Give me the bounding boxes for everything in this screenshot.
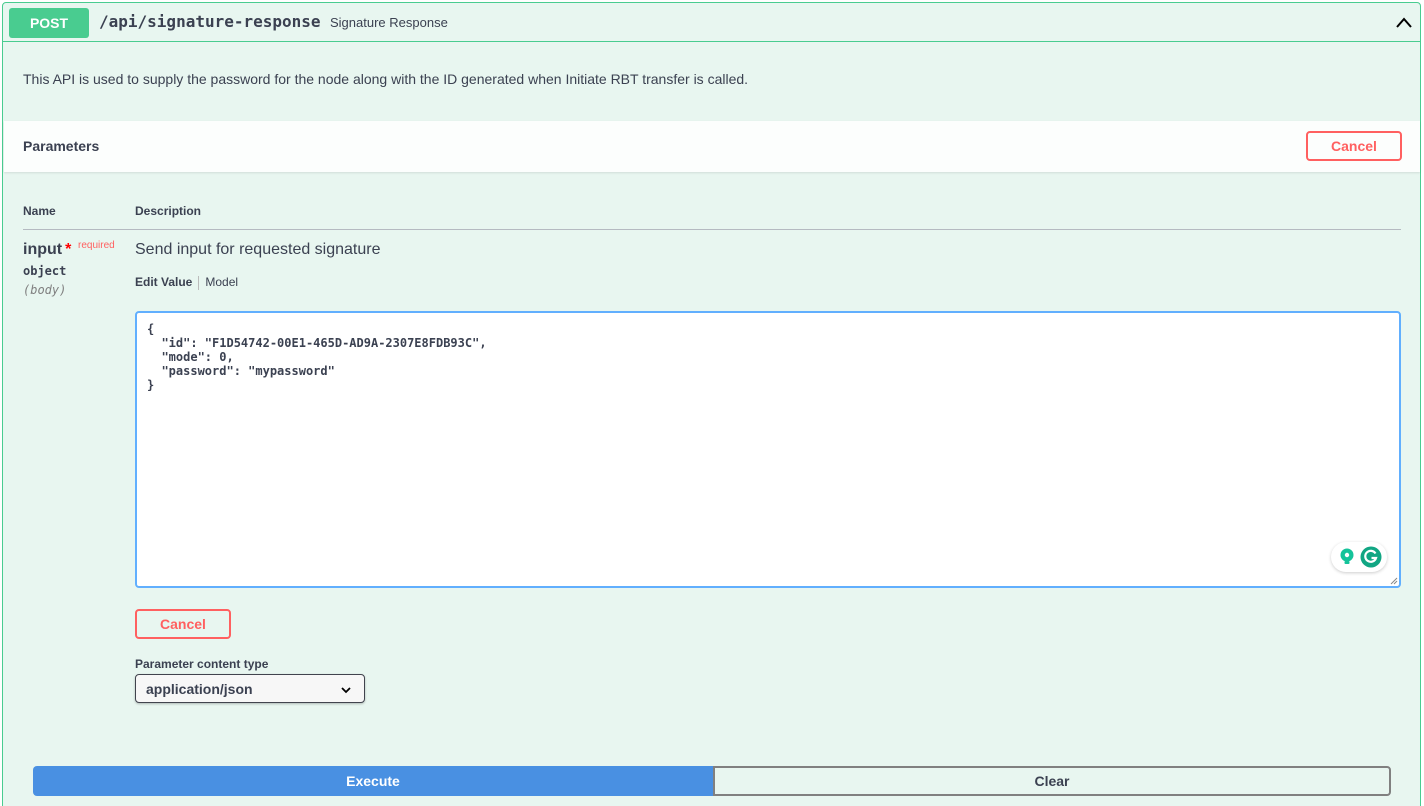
chevron-up-icon[interactable] (1394, 13, 1414, 33)
execute-button[interactable]: Execute (33, 766, 713, 796)
parameters-title: Parameters (23, 138, 100, 154)
tab-model[interactable]: Model (205, 275, 238, 289)
column-header-name: Name (23, 204, 56, 218)
table-divider (23, 229, 1401, 230)
endpoint-summary: Signature Response (330, 15, 448, 30)
clear-button[interactable]: Clear (713, 766, 1391, 796)
required-star: * (65, 241, 72, 258)
tab-edit-value[interactable]: Edit Value (135, 275, 192, 289)
opblock-summary[interactable]: POST /api/signature-response Signature R… (3, 3, 1420, 42)
grammarly-icon[interactable] (1360, 546, 1382, 568)
parameters-header: Parameters Cancel (4, 121, 1420, 172)
parameter-name-text: input (23, 241, 63, 258)
chevron-down-icon (341, 687, 351, 694)
bulb-icon[interactable] (1337, 547, 1357, 567)
cancel-edit-button[interactable]: Cancel (135, 609, 231, 639)
content-type-label: Parameter content type (135, 657, 269, 671)
value-model-tabs: Edit Value Model (135, 275, 238, 290)
method-badge: POST (9, 8, 89, 38)
required-label: required (78, 240, 115, 251)
cancel-try-out-button[interactable]: Cancel (1306, 131, 1402, 161)
grammarly-widget[interactable] (1331, 542, 1387, 572)
content-type-value: application/json (146, 681, 253, 697)
opblock-post: POST /api/signature-response Signature R… (2, 2, 1421, 806)
tab-divider (198, 275, 200, 290)
parameter-name: input * (23, 241, 71, 259)
parameter-type: object (23, 264, 67, 278)
content-type-select[interactable]: application/json (135, 674, 365, 703)
body-param-editor[interactable]: { "id": "F1D54742-00E1-465D-AD9A-2307E8F… (135, 311, 1401, 588)
parameter-location: (body) (23, 283, 67, 297)
editor-text[interactable]: { "id": "F1D54742-00E1-465D-AD9A-2307E8F… (147, 322, 487, 392)
operation-description: This API is used to supply the password … (23, 71, 749, 87)
column-header-description: Description (135, 204, 202, 218)
parameter-description: Send input for requested signature (135, 241, 381, 258)
resize-handle-icon[interactable] (1388, 575, 1398, 585)
endpoint-path: /api/signature-response (99, 12, 321, 31)
